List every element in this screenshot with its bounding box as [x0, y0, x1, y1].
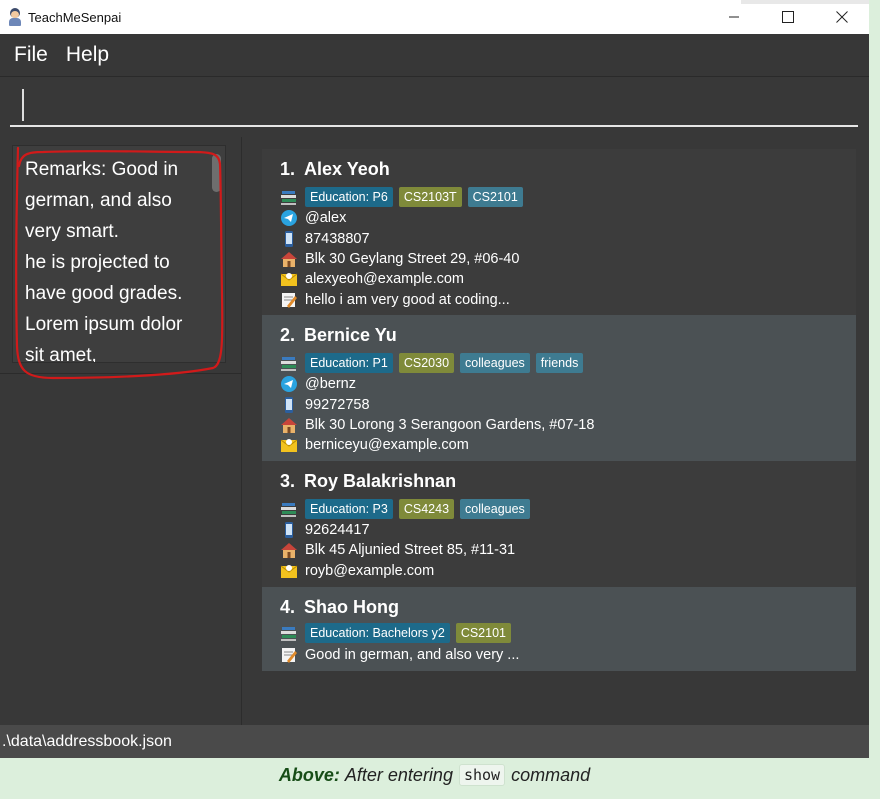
address-row: Blk 45 Aljunied Street 85, #11-31 — [280, 540, 515, 560]
command-box — [0, 77, 869, 135]
address-row: Blk 30 Lorong 3 Serangoon Gardens, #07-1… — [280, 415, 594, 435]
student-phone: 99272758 — [305, 397, 370, 413]
telegram-icon — [280, 209, 298, 227]
student-list-panel: 1. Alex Yeoh Education: P6 CS2103T CS2101… — [242, 137, 869, 725]
tag-module: CS2101 — [455, 623, 511, 643]
student-address: Blk 30 Geylang Street 29, #06-40 — [305, 251, 520, 267]
tag-other: friends — [535, 353, 584, 373]
phone-icon — [280, 230, 298, 248]
email-icon — [280, 436, 298, 454]
phone-row: 92624417 — [280, 520, 370, 540]
telegram-row: @bernz — [280, 374, 356, 394]
telegram-row: @alex — [280, 208, 346, 228]
tag-row: Education: P6 CS2103T CS2101 — [280, 187, 529, 207]
phone-icon — [280, 396, 298, 414]
email-row: royb@example.com — [280, 561, 434, 581]
phone-icon — [280, 521, 298, 539]
phone-row: 99272758 — [280, 395, 370, 415]
menu-help[interactable]: Help — [66, 43, 109, 67]
student-name: 1. Alex Yeoh — [280, 159, 390, 179]
education-books-icon — [280, 354, 298, 372]
student-name: 2. Bernice Yu — [280, 325, 397, 345]
student-remark: Good in german, and also very ... — [305, 647, 520, 663]
tag-education: Education: P6 — [305, 187, 393, 207]
minimize-icon — [729, 16, 739, 18]
house-icon — [280, 416, 298, 434]
student-telegram: @alex — [305, 210, 347, 226]
caption-text-after: command — [511, 764, 591, 785]
email-icon — [280, 270, 298, 288]
menu-bar: File Help — [0, 34, 869, 77]
tag-row: Education: Bachelors y2 CS2101 — [280, 623, 517, 643]
student-card[interactable]: 2. Bernice Yu Education: P1 CS2030 collea… — [262, 315, 856, 461]
address-row: Blk 30 Geylang Street 29, #06-40 — [280, 249, 519, 269]
window-controls — [707, 0, 869, 34]
text-caret — [22, 89, 24, 121]
maximize-icon — [782, 11, 794, 23]
maximize-button[interactable] — [761, 0, 815, 34]
student-name: 4. Shao Hong — [280, 597, 400, 617]
caption-label: Above: — [278, 764, 340, 785]
remark-icon — [280, 646, 298, 664]
tag-row: Education: P1 CS2030 colleagues friends — [280, 353, 589, 373]
student-remark: hello i am very good at coding... — [305, 292, 510, 308]
house-icon — [280, 541, 298, 559]
student-phone: 92624417 — [305, 522, 370, 538]
education-books-icon — [280, 188, 298, 206]
email-row: berniceyu@example.com — [280, 435, 469, 455]
tag-other: colleagues — [460, 353, 530, 373]
student-email: royb@example.com — [305, 563, 435, 579]
remark-row: hello i am very good at coding... — [280, 290, 510, 310]
status-bar: .\data\addressbook.json — [0, 725, 869, 758]
tag-education: Education: P1 — [305, 353, 393, 373]
student-card[interactable]: 4. Shao Hong Education: Bachelors y2 CS21… — [262, 587, 856, 671]
tag-module: CS2030 — [398, 353, 455, 373]
tag-education: Education: Bachelors y2 — [305, 623, 450, 643]
education-books-icon — [280, 500, 298, 518]
student-phone: 87438807 — [305, 231, 370, 247]
app-window: TeachMeSenpai File Help Remarks: Good in… — [0, 0, 869, 758]
remark-icon — [280, 291, 298, 309]
figure-caption: Above: After entering show command — [0, 760, 869, 790]
title-bar: TeachMeSenpai — [0, 0, 869, 34]
command-input[interactable] — [10, 85, 858, 127]
tag-education: Education: P3 — [305, 499, 393, 519]
education-books-icon — [280, 624, 298, 642]
remark-text: Remarks: Good in german, and also very s… — [25, 159, 183, 363]
caption-text-before: After entering — [344, 764, 453, 785]
tag-other: colleagues — [460, 499, 530, 519]
caption-command: show — [458, 764, 506, 786]
tag-module: CS2103T — [398, 187, 462, 207]
remark-container: Remarks: Good in german, and also very s… — [0, 137, 241, 374]
student-card[interactable]: 3. Roy Balakrishnan Education: P3 CS4243 … — [262, 461, 856, 587]
house-icon — [280, 250, 298, 268]
remark-row: Good in german, and also very ... — [280, 645, 519, 665]
app-logo-icon — [7, 8, 23, 26]
minimize-button[interactable] — [707, 0, 761, 34]
telegram-icon — [280, 375, 298, 393]
email-row: alexyeoh@example.com — [280, 269, 464, 289]
save-file-path: .\data\addressbook.json — [2, 732, 172, 750]
student-address: Blk 45 Aljunied Street 85, #11-31 — [305, 542, 516, 558]
email-icon — [280, 562, 298, 580]
student-name: 3. Roy Balakrishnan — [280, 471, 457, 491]
student-card[interactable]: 1. Alex Yeoh Education: P6 CS2103T CS2101… — [262, 149, 856, 315]
student-list: 1. Alex Yeoh Education: P6 CS2103T CS2101… — [262, 149, 856, 674]
close-icon — [836, 11, 848, 23]
tag-module: CS2101 — [467, 187, 523, 207]
student-telegram: @bernz — [305, 376, 356, 392]
student-address: Blk 30 Lorong 3 Serangoon Gardens, #07-1… — [305, 417, 595, 433]
remark-display[interactable]: Remarks: Good in german, and also very s… — [12, 145, 226, 363]
menu-file[interactable]: File — [14, 43, 48, 67]
student-email: berniceyu@example.com — [305, 437, 469, 453]
phone-row: 87438807 — [280, 229, 370, 249]
window-title: TeachMeSenpai — [28, 9, 122, 25]
close-button[interactable] — [815, 0, 869, 34]
tag-row: Education: P3 CS4243 colleagues — [280, 499, 536, 519]
remark-scrollbar[interactable] — [212, 154, 221, 192]
tag-module: CS4243 — [398, 499, 455, 519]
student-email: alexyeoh@example.com — [305, 271, 464, 287]
remark-panel: Remarks: Good in german, and also very s… — [0, 137, 242, 725]
